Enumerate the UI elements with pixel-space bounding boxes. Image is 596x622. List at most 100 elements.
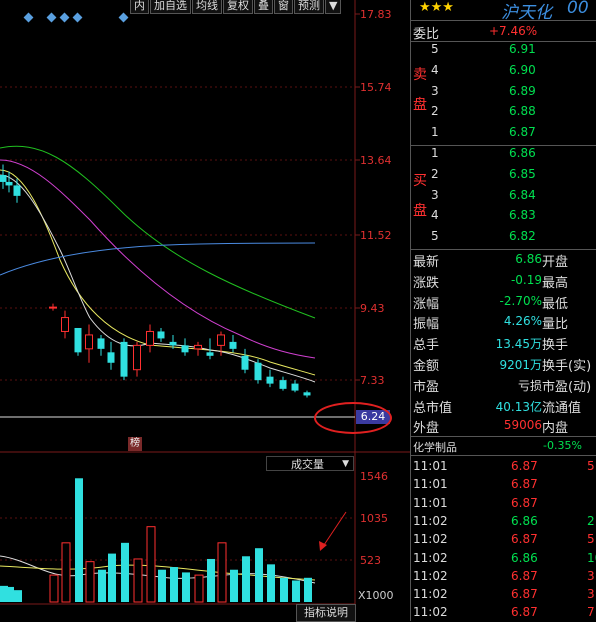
tick-time: 11:02 (413, 587, 448, 602)
candle-body (13, 185, 21, 196)
tick-volume: 3 (587, 587, 595, 602)
toolbar-add-watchlist-button[interactable]: 加自选 (150, 0, 191, 14)
buy-level: 1 (431, 146, 439, 160)
toolbar-ma-button[interactable]: 均线 (192, 0, 222, 14)
candles-group (0, 164, 311, 398)
volume-axis-label: 523 (360, 554, 381, 567)
buy-level: 2 (431, 166, 439, 181)
stat-value: -2.70% (499, 293, 542, 308)
buy-price: 6.85 (509, 166, 536, 181)
stat-row: 振幅 4.26% 量比 (411, 311, 596, 332)
stat-label: 流通值 (542, 400, 582, 416)
tick-volume: 10 (587, 550, 596, 565)
toolbar-predict-button[interactable]: 预测 (294, 0, 324, 14)
tick-time: 11:02 (413, 532, 448, 547)
sell-side-label: 卖盘 (413, 67, 427, 113)
sell-level: 5 (431, 42, 439, 56)
buy-level: 4 (431, 208, 439, 223)
candle-body (49, 306, 57, 309)
volume-bar (242, 556, 250, 602)
buy-price: 6.82 (509, 229, 536, 244)
volume-bar (182, 572, 190, 602)
sector-change: -0.35% (543, 439, 582, 452)
volume-axis-label: 1035 (360, 512, 388, 525)
candle-body (254, 362, 262, 381)
tick-volume: 5 (587, 459, 595, 473)
tick-row: 11:01 6.87 (411, 475, 596, 493)
buy-level-row[interactable]: 4 6.83 (411, 206, 596, 227)
sell-level-row[interactable]: 1 6.87 (411, 123, 596, 144)
stat-label: 外盘 (413, 421, 440, 437)
sell-level-row[interactable]: 5 6.91 (411, 40, 596, 61)
sell-price: 6.90 (509, 62, 536, 77)
kline-chart-area[interactable]: 内 加自选 均线 复权 叠 窗 预测 ▼ 17.83 15.74 13.64 1… (0, 0, 410, 622)
sector-name: 化学制品 (413, 441, 457, 454)
sell-level: 3 (431, 83, 439, 98)
stat-label: 振幅 (413, 317, 440, 333)
sell-level-row[interactable]: 4 6.90 (411, 61, 596, 82)
volume-indicator-dropdown[interactable]: 成交量 ▼ (266, 456, 354, 471)
volume-bar (146, 526, 156, 603)
volume-axis-label: 1546 (360, 470, 388, 483)
candle-body (133, 344, 141, 371)
buy-level: 5 (431, 229, 439, 244)
annotation-circle (314, 402, 392, 434)
tick-price: 6.86 (511, 550, 538, 565)
rank-badge[interactable]: 榜 (128, 437, 142, 451)
volume-bar (170, 567, 178, 602)
tick-row: 11:01 6.87 5 (411, 457, 596, 475)
tick-time: 11:02 (413, 605, 448, 620)
buy-level-row[interactable]: 3 6.84 (411, 186, 596, 207)
tick-volume: 5 (587, 532, 595, 547)
candle-body (229, 341, 237, 349)
stat-label: 总手 (413, 338, 440, 354)
toolbar-nei-button[interactable]: 内 (130, 0, 149, 14)
stat-label: 换手 (542, 338, 569, 354)
tick-volume: 3 (587, 568, 595, 583)
candle-body (169, 341, 177, 346)
quote-panel: ★★★ 沪天化 00 委比 +7.46% 5 6.91 4 6.90 3 6.89 2 6.8… (410, 0, 596, 621)
volume-unit-label: X1000 (358, 589, 394, 602)
rating-stars-icon: ★★★ (419, 0, 454, 15)
stat-label: 涨幅 (413, 296, 440, 312)
indicator-help-button[interactable]: 指标说明 (296, 604, 356, 622)
volume-bar (207, 558, 215, 602)
tick-time: 11:02 (413, 568, 448, 583)
buy-price: 6.83 (509, 208, 536, 223)
sell-level: 1 (431, 125, 439, 140)
stat-label: 市盈(动) (542, 379, 592, 395)
stat-value: 9201万 (499, 358, 542, 372)
candle-body (85, 334, 93, 350)
tick-price: 6.87 (511, 587, 538, 602)
candle-body (266, 376, 274, 384)
tick-row: 11:02 6.87 5 (411, 530, 596, 548)
sell-level-row[interactable]: 2 6.88 (411, 102, 596, 123)
volume-bar (267, 564, 275, 602)
volume-bar (304, 577, 312, 602)
volume-bar (121, 542, 129, 602)
stat-value: -0.19 (510, 272, 542, 287)
sell-price: 6.87 (509, 125, 536, 140)
stat-value: 亏损 (517, 378, 542, 393)
buy-level-row[interactable]: 2 6.85 (411, 165, 596, 186)
sell-level-row[interactable]: 3 6.89 (411, 82, 596, 103)
toolbar-overlay-button[interactable]: 叠 (254, 0, 273, 14)
stat-label: 最高 (542, 275, 569, 291)
tick-price: 6.87 (511, 532, 538, 547)
stat-row: 最新 6.86 开盘 (411, 249, 596, 270)
stat-label: 市盈 (413, 379, 440, 395)
webi-row: 委比 +7.46% (411, 21, 596, 42)
toolbar-more-icon[interactable]: ▼ (325, 0, 342, 14)
stat-label: 开盘 (542, 255, 569, 270)
buy-level-row[interactable]: 5 6.82 (411, 227, 596, 248)
kline-chart[interactable] (0, 0, 410, 621)
candle-body (206, 352, 214, 356)
tick-price: 6.87 (511, 568, 538, 583)
buy-level-row[interactable]: 1 6.86 (411, 144, 596, 165)
toolbar-window-button[interactable]: 窗 (274, 0, 293, 14)
sector-row[interactable]: 化学制品 -0.35% (411, 437, 596, 455)
toolbar-adjust-button[interactable]: 复权 (223, 0, 253, 14)
stat-value: 6.86 (515, 252, 542, 266)
volume-bar (133, 558, 143, 603)
volume-bar (49, 574, 59, 603)
